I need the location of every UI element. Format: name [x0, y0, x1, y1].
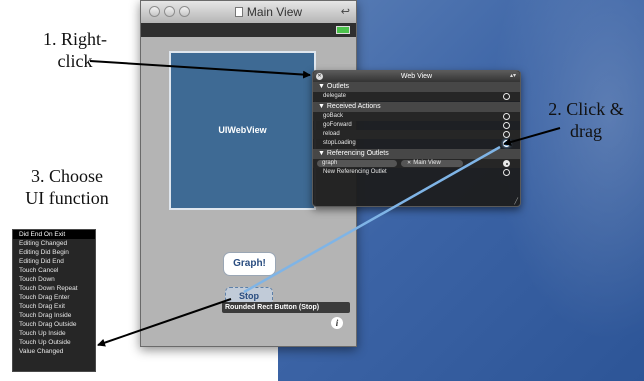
step-3-arrow — [97, 298, 232, 347]
annotation-overlay — [89, 60, 561, 347]
step-2-arrow — [503, 127, 561, 146]
connection-drag-line — [243, 145, 501, 294]
step-1-arrow — [89, 60, 311, 79]
